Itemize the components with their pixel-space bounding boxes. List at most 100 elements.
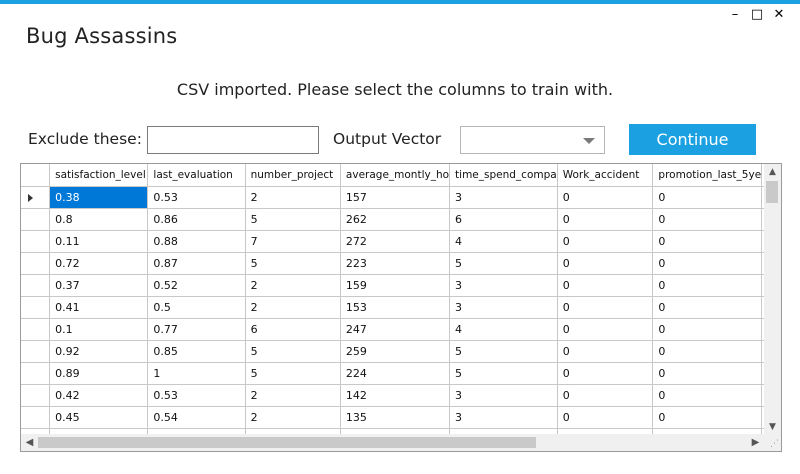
table-row[interactable]: 0.42 0.53 2 142 3 0 0	[21, 384, 781, 407]
table-cell[interactable]: 6	[449, 208, 558, 231]
table-row[interactable]: 0.38 0.53 2 157 3 0 0	[21, 186, 781, 209]
scroll-up-icon[interactable]: ▲	[764, 164, 781, 181]
table-cell[interactable]: 1	[147, 362, 246, 385]
table-cell[interactable]: 0.86	[147, 208, 246, 231]
table-cell[interactable]: 223	[340, 252, 451, 275]
table-row[interactable]: 0.92 0.85 5 259 5 0 0	[21, 340, 781, 363]
table-cell[interactable]: 0	[557, 296, 654, 319]
table-cell[interactable]: 0.53	[147, 186, 246, 209]
table-cell[interactable]: 5	[449, 362, 558, 385]
row-header[interactable]	[21, 296, 51, 319]
table-cell[interactable]: 0	[557, 186, 654, 209]
row-header[interactable]	[21, 186, 51, 209]
table-cell[interactable]: 0.72	[49, 252, 149, 275]
continue-button[interactable]: Continue	[629, 124, 756, 155]
row-header[interactable]	[21, 318, 51, 341]
column-header[interactable]: average_montly_ho	[340, 164, 451, 187]
table-row[interactable]: 0.41 0.5 2 153 3 0 0	[21, 296, 781, 319]
table-cell[interactable]: 0	[652, 296, 763, 319]
table-cell[interactable]: 4	[449, 230, 558, 253]
close-button[interactable]: ✕	[768, 6, 790, 24]
table-cell[interactable]: 2	[245, 296, 341, 319]
table-cell[interactable]: 0	[652, 274, 763, 297]
table-cell[interactable]: 0.38	[49, 186, 149, 209]
table-row[interactable]: 0.72 0.87 5 223 5 0 0	[21, 252, 781, 275]
table-cell[interactable]: 142	[340, 384, 451, 407]
table-cell[interactable]: 6	[245, 318, 341, 341]
table-cell[interactable]: 5	[245, 362, 341, 385]
table-cell[interactable]: 2	[245, 274, 341, 297]
table-cell[interactable]: 153	[340, 296, 451, 319]
table-cell[interactable]: 0.87	[147, 252, 246, 275]
column-header[interactable]: last_evaluation	[147, 164, 246, 187]
table-row[interactable]: 0.1 0.77 6 247 4 0 0	[21, 318, 781, 341]
table-row[interactable]: 0.45 0.54 2 135 3 0 0	[21, 406, 781, 429]
table-cell[interactable]: 0.41	[49, 296, 149, 319]
table-cell[interactable]: 0	[652, 230, 763, 253]
table-cell[interactable]: 0	[652, 406, 763, 429]
table-cell[interactable]: 0.5	[147, 296, 246, 319]
table-cell[interactable]: 3	[449, 406, 558, 429]
table-row[interactable]: 0.11 0.88 7 272 4 0 0	[21, 230, 781, 253]
table-cell[interactable]: 0	[557, 318, 654, 341]
table-cell[interactable]: 3	[449, 384, 558, 407]
column-header[interactable]: Work_accident	[557, 164, 654, 187]
table-cell[interactable]: 0	[652, 384, 763, 407]
table-cell[interactable]: 0.54	[147, 406, 246, 429]
table-cell[interactable]: 0.37	[49, 274, 149, 297]
table-cell[interactable]: 3	[449, 274, 558, 297]
table-cell[interactable]: 2	[245, 186, 341, 209]
scroll-right-icon[interactable]: ▶	[747, 434, 764, 451]
table-cell[interactable]: 0	[557, 406, 654, 429]
table-row[interactable]: 0.37 0.52 2 159 3 0 0	[21, 274, 781, 297]
row-header[interactable]	[21, 208, 51, 231]
table-cell[interactable]: 5	[449, 340, 558, 363]
table-cell[interactable]: 0	[652, 186, 763, 209]
row-header[interactable]	[21, 362, 51, 385]
table-cell[interactable]: 3	[449, 186, 558, 209]
table-cell[interactable]: 5	[245, 340, 341, 363]
row-header[interactable]	[21, 274, 51, 297]
table-cell[interactable]: 247	[340, 318, 451, 341]
table-cell[interactable]: 5	[245, 208, 341, 231]
table-cell[interactable]: 0.1	[49, 318, 149, 341]
table-cell[interactable]: 4	[449, 318, 558, 341]
table-cell[interactable]: 0.8	[49, 208, 149, 231]
table-cell[interactable]: 0	[652, 252, 763, 275]
column-header[interactable]: promotion_last_5ye	[652, 164, 763, 187]
table-cell[interactable]: 5	[449, 252, 558, 275]
table-cell[interactable]: 0.85	[147, 340, 246, 363]
table-cell[interactable]: 0	[557, 252, 654, 275]
table-cell[interactable]: 135	[340, 406, 451, 429]
table-cell[interactable]: 272	[340, 230, 451, 253]
maximize-button[interactable]: □	[746, 6, 768, 24]
table-cell[interactable]: 0.45	[49, 406, 149, 429]
table-cell[interactable]: 0	[557, 230, 654, 253]
table-cell[interactable]: 0	[652, 208, 763, 231]
table-cell[interactable]: 0.52	[147, 274, 246, 297]
table-cell[interactable]: 0	[652, 340, 763, 363]
table-cell[interactable]: 0	[652, 318, 763, 341]
resize-grip-icon[interactable]: ⋰	[770, 440, 779, 449]
output-vector-dropdown[interactable]	[460, 126, 605, 154]
table-cell[interactable]: 0.77	[147, 318, 246, 341]
table-cell[interactable]: 0	[557, 274, 654, 297]
exclude-input[interactable]	[147, 126, 319, 154]
row-header[interactable]	[21, 340, 51, 363]
row-header[interactable]	[21, 384, 51, 407]
column-header[interactable]: time_spend_compa	[449, 164, 558, 187]
table-row[interactable]: 0.89 1 5 224 5 0 0	[21, 362, 781, 385]
table-cell[interactable]: 262	[340, 208, 451, 231]
column-header[interactable]: number_project	[245, 164, 341, 187]
corner-header-cell[interactable]	[21, 164, 51, 187]
table-cell[interactable]: 0.88	[147, 230, 246, 253]
vertical-scrollbar[interactable]: ▲ ▼	[764, 164, 781, 436]
table-cell[interactable]: 159	[340, 274, 451, 297]
horizontal-scrollbar[interactable]: ◀ ▶	[21, 434, 764, 451]
vertical-scroll-thumb[interactable]	[766, 181, 778, 203]
row-header[interactable]	[21, 230, 51, 253]
table-cell[interactable]: 0	[557, 340, 654, 363]
row-header[interactable]	[21, 252, 51, 275]
scroll-left-icon[interactable]: ◀	[21, 434, 38, 451]
table-cell[interactable]: 224	[340, 362, 451, 385]
